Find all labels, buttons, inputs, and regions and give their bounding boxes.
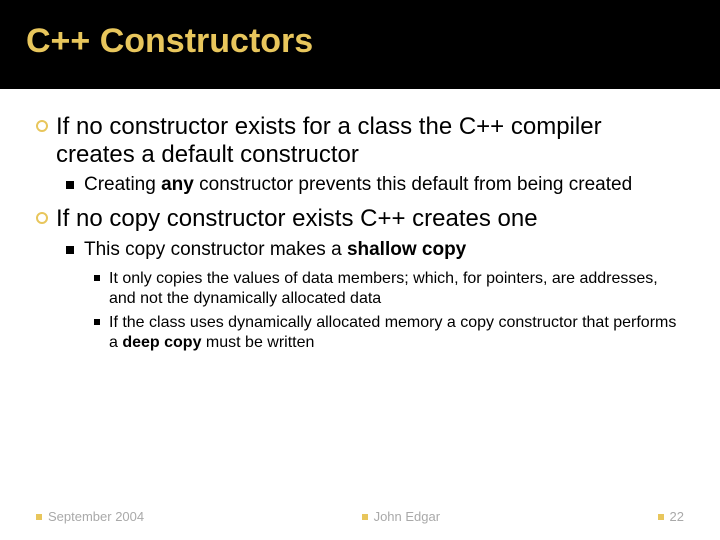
footer-date: September 2004 bbox=[36, 509, 144, 524]
text-run: constructor prevents this default from b… bbox=[194, 174, 632, 195]
bullet-level1: If no constructor exists for a class the… bbox=[36, 113, 684, 168]
slide-footer: September 2004 John Edgar 22 bbox=[0, 509, 720, 524]
text-bold: any bbox=[161, 174, 194, 195]
bullet-text: If no constructor exists for a class the… bbox=[56, 113, 684, 168]
bullet-level1: If no copy constructor exists C++ create… bbox=[36, 205, 684, 233]
bullet-level2: This copy constructor makes a shallow co… bbox=[66, 239, 684, 262]
bullet-text: Creating any constructor prevents this d… bbox=[84, 174, 632, 197]
square-bullet-icon bbox=[66, 181, 74, 189]
slide-content: If no constructor exists for a class the… bbox=[0, 89, 720, 353]
footer-author: John Edgar bbox=[362, 509, 441, 524]
footer-page: 22 bbox=[658, 509, 684, 524]
square-bullet-icon bbox=[362, 514, 368, 520]
text-bold: deep copy bbox=[122, 334, 201, 351]
text-bold: shallow copy bbox=[347, 239, 466, 260]
bullet-text: This copy constructor makes a shallow co… bbox=[84, 239, 466, 262]
square-bullet-icon bbox=[658, 514, 664, 520]
bullet-level2: Creating any constructor prevents this d… bbox=[66, 174, 684, 197]
footer-page-number: 22 bbox=[670, 509, 684, 524]
bullet-text: It only copies the values of data member… bbox=[109, 269, 684, 309]
square-bullet-icon bbox=[36, 514, 42, 520]
bullet-level3: It only copies the values of data member… bbox=[94, 269, 684, 309]
footer-author-text: John Edgar bbox=[374, 509, 441, 524]
text-run: Creating bbox=[84, 174, 161, 195]
bullet-text: If no copy constructor exists C++ create… bbox=[56, 205, 538, 233]
small-square-bullet-icon bbox=[94, 319, 100, 325]
bullet-level3: If the class uses dynamically allocated … bbox=[94, 313, 684, 353]
bullet-text: If the class uses dynamically allocated … bbox=[109, 313, 684, 353]
circle-bullet-icon bbox=[36, 120, 48, 132]
text-run: must be written bbox=[201, 334, 314, 351]
slide-title: C++ Constructors bbox=[0, 0, 720, 89]
footer-date-text: September 2004 bbox=[48, 509, 144, 524]
text-run: This copy constructor makes a bbox=[84, 239, 347, 260]
square-bullet-icon bbox=[66, 246, 74, 254]
small-square-bullet-icon bbox=[94, 275, 100, 281]
circle-bullet-icon bbox=[36, 212, 48, 224]
